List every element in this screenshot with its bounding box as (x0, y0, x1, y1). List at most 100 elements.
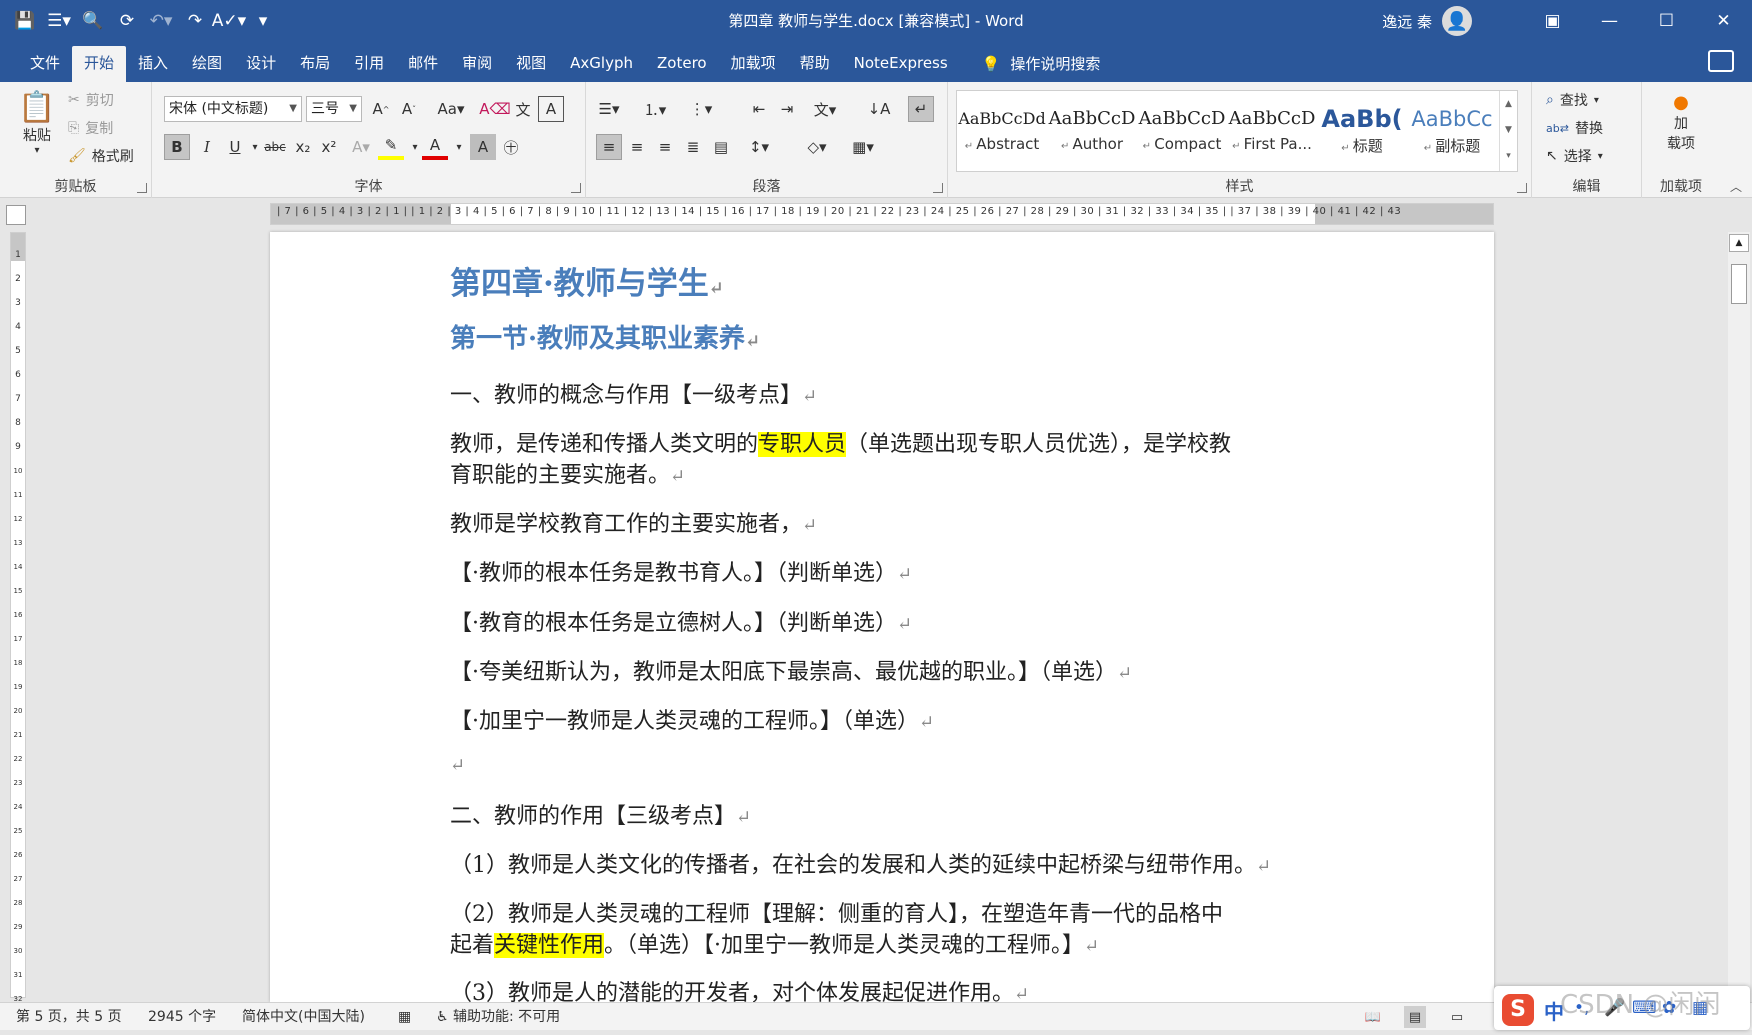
font-size-combo[interactable]: 三号 ▼ (306, 96, 362, 122)
minimize-icon[interactable]: — (1581, 0, 1638, 42)
align-center-icon[interactable]: ≡ (624, 134, 650, 160)
heading-1[interactable]: 第四章·教师与学生↵ (450, 258, 724, 303)
sort-icon[interactable]: ↓A (866, 96, 892, 122)
save-icon[interactable]: 💾 (10, 6, 40, 36)
tab-2[interactable]: 插入 (126, 46, 180, 82)
horizontal-ruler[interactable]: | 7 | 6 | 5 | 4 | 3 | 2 | 1 | | 1 | 2 | … (270, 203, 1494, 225)
vertical-ruler[interactable]: 1 2 3 4 5 6 7 8 9 10 11 12 13 14 15 16 17 18 19 20 21 22 23 24 2… (10, 232, 26, 1027)
section-heading[interactable]: 一、教师的概念与作用【一级考点】↵ (450, 377, 817, 409)
tab-14[interactable]: NoteExpress (842, 46, 960, 82)
increase-indent-icon[interactable]: ⇥ (774, 96, 800, 122)
sogou-logo[interactable]: S (1502, 994, 1534, 1026)
tab-12[interactable]: 加载项 (719, 46, 788, 82)
scroll-up-icon[interactable]: ▲ (1729, 234, 1749, 252)
print-layout-icon[interactable]: ▤ (1404, 1006, 1426, 1028)
tab-10[interactable]: AxGlyph (558, 46, 645, 82)
paragraph[interactable]: 【·加里宁一教师是人类灵魂的工程师。】（单选）↵ (450, 703, 934, 735)
ribbon-display-icon[interactable]: ▣ (1524, 0, 1581, 42)
word-count[interactable]: 2945 个字 (148, 1003, 216, 1031)
chinese-layout-icon[interactable]: 文▾ (812, 96, 838, 122)
style-item[interactable]: AaBbCcD ↵ Author (1047, 91, 1137, 171)
comments-icon[interactable] (1708, 50, 1734, 72)
bullets-icon[interactable]: ☰▾ (596, 96, 622, 122)
superscript-icon[interactable]: x² (316, 134, 342, 160)
borders-icon[interactable]: ▦▾ (850, 134, 876, 160)
page-count[interactable]: 第 5 页，共 5 页 (16, 1003, 122, 1031)
cut-button[interactable]: ✂ 剪切 (68, 90, 114, 110)
tell-me-search[interactable]: 💡 操作说明搜索 (960, 46, 1113, 82)
highlight-color-icon[interactable]: ✎ (378, 134, 404, 160)
list-icon[interactable]: ☰▾ (44, 6, 74, 36)
heading-2[interactable]: 第一节·教师及其职业素养↵ (450, 318, 760, 355)
line-spacing-icon[interactable]: ↕▾ (746, 134, 772, 160)
tab-5[interactable]: 布局 (288, 46, 342, 82)
paragraph[interactable]: 起着关键性作用。（单选）【·加里宁一教师是人类灵魂的工程师。】↵ (450, 927, 1099, 959)
change-case-button[interactable]: Aa ▾ (434, 96, 468, 122)
font-name-combo[interactable]: 宋体 (中文标题) ▼ (164, 96, 302, 122)
tab-13[interactable]: 帮助 (788, 46, 842, 82)
phonetic-guide-icon[interactable]: 文 (510, 96, 536, 122)
numbering-icon[interactable]: ⒈▾ (642, 96, 668, 122)
tab-0[interactable]: 文件 (18, 46, 72, 82)
language[interactable]: 简体中文(中国大陆) (242, 1003, 365, 1031)
tab-3[interactable]: 绘图 (180, 46, 234, 82)
spelling-icon[interactable]: A✓▾ (212, 6, 246, 36)
distributed-icon[interactable]: ▤ (708, 134, 734, 160)
text-effects-icon[interactable]: A▾ (348, 134, 374, 160)
paragraph[interactable]: 【·教师的根本任务是教书育人。】（判断单选）↵ (450, 555, 912, 587)
sync-icon[interactable]: ⟳ (112, 6, 142, 36)
subscript-icon[interactable]: x₂ (290, 134, 316, 160)
accessibility[interactable]: ♿ 辅助功能: 不可用 (436, 1003, 560, 1031)
copy-button[interactable]: ⎘ 复制 (68, 118, 113, 138)
redo-icon[interactable]: ↷ (180, 6, 210, 36)
paragraph[interactable]: 【·夸美纽斯认为，教师是太阳底下最崇高、最优越的职业。】（单选）↵ (450, 654, 1132, 686)
read-mode-icon[interactable]: 📖 (1362, 1006, 1384, 1028)
styles-launcher-icon[interactable] (1517, 183, 1527, 193)
format-painter-button[interactable]: 🖌 格式刷 (68, 146, 134, 166)
select-button[interactable]: ↖ 选择 ▾ (1546, 146, 1603, 166)
document-page[interactable]: 第四章·教师与学生↵ 第一节·教师及其职业素养↵ 一、教师的概念与作用【一级考点… (270, 232, 1494, 1006)
chevron-down-icon[interactable]: ▼ (1500, 117, 1517, 143)
print-preview-icon[interactable]: 🔍 (78, 6, 108, 36)
tab-11[interactable]: Zotero (645, 46, 719, 82)
italic-icon[interactable]: I (194, 134, 220, 160)
align-right-icon[interactable]: ≡ (652, 134, 678, 160)
strikethrough-icon[interactable]: abc (262, 134, 288, 160)
paragraph[interactable]: 教师是学校教育工作的主要实施者，↵ (450, 506, 817, 538)
maximize-icon[interactable]: ☐ (1638, 0, 1695, 42)
paragraph-launcher-icon[interactable] (933, 183, 943, 193)
empty-paragraph[interactable]: ↵ (450, 752, 465, 777)
section-heading[interactable]: 二、教师的作用【三级考点】↵ (450, 798, 751, 830)
addins-button[interactable]: ● 加 载项 (1650, 92, 1712, 153)
clipboard-launcher-icon[interactable] (137, 183, 147, 193)
more-icon[interactable]: ▾ (1500, 143, 1517, 169)
paragraph[interactable]: （2）教师是人类灵魂的工程师【理解：侧重的育人】，在塑造年青一代的品格中 (450, 896, 1223, 928)
paragraph[interactable]: 【·教育的根本任务是立德树人。】（判断单选）↵ (450, 605, 912, 637)
clear-format-icon[interactable]: A⌫ (479, 96, 510, 122)
justify-icon[interactable]: ≣ (680, 134, 706, 160)
find-button[interactable]: ⌕ 查找 ▾ (1546, 90, 1599, 110)
grow-font-icon[interactable]: A ^ (368, 96, 394, 122)
font-color-icon[interactable]: A (422, 134, 448, 160)
style-item[interactable]: AaBb(↵ 标题 (1317, 91, 1407, 171)
close-icon[interactable]: ✕ (1695, 0, 1752, 42)
customize-qat-icon[interactable]: ▾ (248, 6, 278, 36)
paste-button[interactable]: 📋 粘贴 ▾ (10, 90, 64, 156)
scroll-thumb[interactable] (1731, 264, 1747, 304)
web-layout-icon[interactable]: ▭ (1446, 1006, 1468, 1028)
chevron-up-icon[interactable]: ▲ (1500, 91, 1517, 117)
vertical-scrollbar[interactable]: ▲ (1728, 232, 1750, 1002)
avatar-icon[interactable]: 👤 (1442, 6, 1472, 36)
align-left-icon[interactable]: ≡ (596, 134, 622, 160)
char-shading-icon[interactable]: A (470, 134, 496, 160)
styles-gallery-scroll[interactable]: ▲ ▼ ▾ (1499, 91, 1517, 171)
tab-6[interactable]: 引用 (342, 46, 396, 82)
show-formatting-icon[interactable]: ↵ (908, 96, 934, 122)
shrink-font-icon[interactable]: Aˇ (396, 96, 422, 122)
char-border-icon[interactable]: A (538, 96, 564, 122)
replace-button[interactable]: ab⇄ 替换 (1546, 118, 1603, 138)
tab-7[interactable]: 邮件 (396, 46, 450, 82)
style-item[interactable]: AaBbCcD ↵ First Pa... (1227, 91, 1317, 171)
user-account[interactable]: 逸远 秦 👤 (1382, 0, 1472, 42)
undo-icon[interactable]: ↶▾ (146, 6, 176, 36)
